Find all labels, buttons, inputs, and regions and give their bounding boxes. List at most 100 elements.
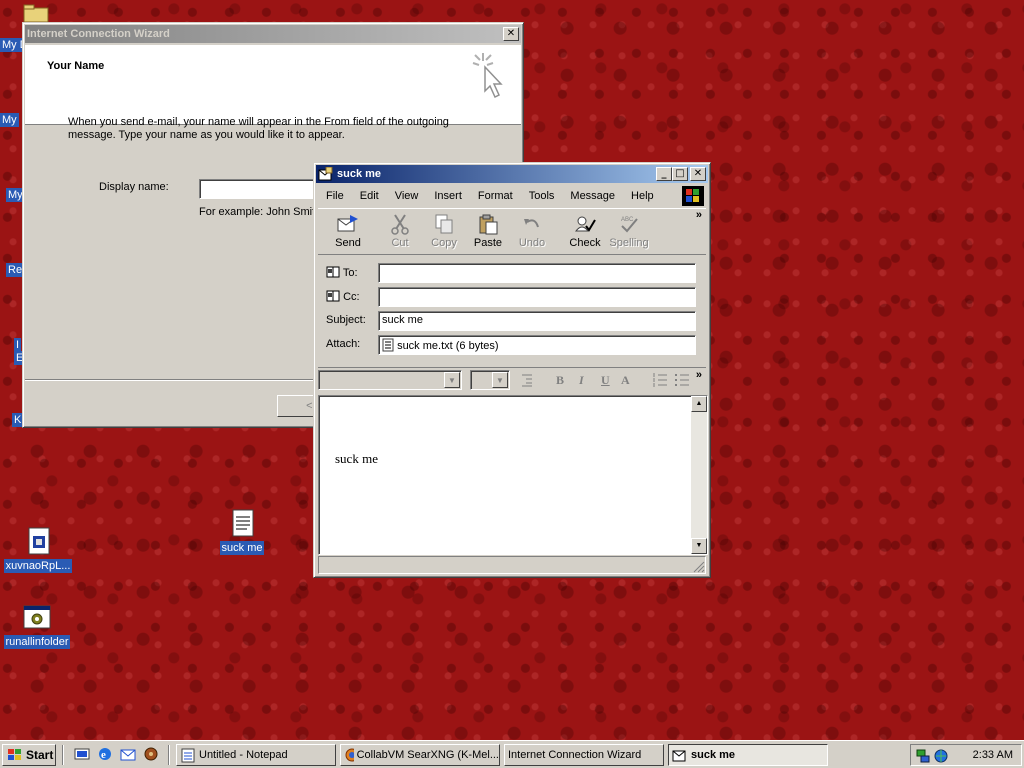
resize-grip-icon[interactable] xyxy=(693,561,705,573)
internet-explorer-icon[interactable]: e xyxy=(97,746,113,762)
desktop-icon-label: suck me xyxy=(219,541,265,555)
message-title: suck me xyxy=(337,168,382,180)
toolbar: Send Cut Copy Paste Undo Check ABC Spell… xyxy=(318,208,706,255)
cut-button[interactable]: Cut xyxy=(378,211,422,249)
desktop-icon-runallinfolder[interactable]: runallinfolder xyxy=(0,602,74,649)
spelling-button[interactable]: ABC Spelling xyxy=(607,211,651,249)
network-tray-icon[interactable] xyxy=(915,748,931,764)
status-bar xyxy=(318,556,706,574)
svg-text:e: e xyxy=(101,749,106,761)
scroll-down-icon[interactable]: ▼ xyxy=(691,538,707,554)
toolbar-overflow-chevron-icon[interactable]: » xyxy=(696,209,702,221)
font-name-dropdown[interactable]: ▼ xyxy=(318,370,462,390)
cc-label[interactable]: Cc: xyxy=(326,290,360,303)
bulleted-list-icon[interactable] xyxy=(674,372,690,388)
to-row: To: xyxy=(326,263,698,283)
attach-label: Attach: xyxy=(326,338,361,350)
check-names-icon xyxy=(574,216,596,232)
menu-insert[interactable]: Insert xyxy=(426,190,470,202)
wizard-titlebar[interactable]: Internet Connection Wizard ✕ xyxy=(25,25,521,43)
message-titlebar[interactable]: suck me _ □ ✕ xyxy=(316,165,708,183)
format-overflow-chevron-icon[interactable]: » xyxy=(696,369,702,381)
outlook-express-icon[interactable] xyxy=(120,746,136,762)
menu-format[interactable]: Format xyxy=(470,190,521,202)
folder-icon xyxy=(23,4,49,23)
paragraph-style-icon[interactable] xyxy=(520,372,538,388)
menu-message[interactable]: Message xyxy=(562,190,623,202)
send-button[interactable]: Send xyxy=(326,211,370,249)
wizard-close-button[interactable]: ✕ xyxy=(503,27,519,41)
italic-icon[interactable]: I xyxy=(579,373,584,388)
cc-row: Cc: xyxy=(326,287,698,307)
paste-button[interactable]: Paste xyxy=(466,211,510,249)
menu-help[interactable]: Help xyxy=(623,190,662,202)
copy-button[interactable]: Copy xyxy=(422,211,466,249)
vertical-scrollbar[interactable]: ▲ ▼ xyxy=(691,396,707,554)
attach-row: Attach: suck me.txt (6 bytes) xyxy=(326,335,698,355)
subject-label: Subject: xyxy=(326,314,366,326)
desktop-label-my-computer[interactable]: My xyxy=(0,113,19,127)
task-suck-me[interactable]: suck me xyxy=(668,744,828,766)
attachment-file-icon xyxy=(382,338,394,352)
start-button[interactable]: Start xyxy=(2,744,56,766)
bold-icon[interactable]: B xyxy=(556,373,564,388)
desktop-icon-my-documents[interactable] xyxy=(22,2,52,23)
to-label[interactable]: To: xyxy=(326,266,358,279)
numbered-list-icon[interactable] xyxy=(652,372,668,388)
clock[interactable]: 2:33 AM xyxy=(973,749,1013,761)
desktop-label-internet[interactable]: I xyxy=(14,338,22,352)
wizard-heading: Your Name xyxy=(47,60,105,72)
send-icon xyxy=(337,215,358,232)
globe-tray-icon[interactable] xyxy=(933,748,949,764)
taskbar: Start e Untitled - Notepad CollabVM Sear… xyxy=(0,740,1024,768)
menu-bar: File Edit View Insert Format Tools Messa… xyxy=(318,186,706,206)
formatting-bar: ▼ ▼ B I U A » xyxy=(318,367,706,391)
maximize-button[interactable]: □ xyxy=(672,167,688,181)
underline-icon[interactable]: U xyxy=(601,373,610,388)
menu-file[interactable]: File xyxy=(318,190,352,202)
spelling-icon: ABC xyxy=(621,217,638,233)
font-color-icon[interactable]: A xyxy=(621,373,630,388)
close-button[interactable]: ✕ xyxy=(690,167,706,181)
desktop-icon-xuvnao[interactable]: xuvnaoRpL... xyxy=(1,526,75,573)
wizard-cursor-icon xyxy=(472,53,503,99)
paste-icon xyxy=(479,214,498,235)
message-body-editor[interactable]: suck me ▲ ▼ xyxy=(318,395,708,555)
desktop-icon-label: xuvnaoRpL... xyxy=(3,559,73,573)
attach-field[interactable]: suck me.txt (6 bytes) xyxy=(378,335,696,355)
notepad-icon xyxy=(181,748,195,763)
wizard-header: Your Name xyxy=(25,45,521,125)
wizard-description: When you send e-mail, your name will app… xyxy=(68,116,449,141)
task-notepad[interactable]: Untitled - Notepad xyxy=(176,744,336,766)
check-names-button[interactable]: Check xyxy=(563,211,607,249)
display-name-example: For example: John Smith xyxy=(199,206,322,218)
media-player-icon[interactable] xyxy=(143,746,159,762)
undo-button[interactable]: Undo xyxy=(510,211,554,249)
desktop-icon-suck-me[interactable]: suck me xyxy=(205,508,279,555)
show-desktop-icon[interactable] xyxy=(74,746,90,762)
system-tray: 2:33 AM xyxy=(910,744,1022,766)
text-file-icon xyxy=(227,508,257,538)
address-book-icon xyxy=(326,290,340,302)
windows-logo-icon xyxy=(682,186,704,206)
undo-icon xyxy=(524,219,539,228)
menu-edit[interactable]: Edit xyxy=(352,190,387,202)
menu-tools[interactable]: Tools xyxy=(521,190,563,202)
desktop-icon-label: runallinfolder xyxy=(3,635,71,649)
display-name-label: Display name: xyxy=(99,181,169,193)
browser-icon xyxy=(345,748,354,762)
subject-field[interactable]: suck me xyxy=(378,311,696,331)
to-field[interactable] xyxy=(378,263,696,283)
minimize-button[interactable]: _ xyxy=(656,167,672,181)
scroll-up-icon[interactable]: ▲ xyxy=(691,396,707,412)
task-collabvm-searxng[interactable]: CollabVM SearXNG (K-Mel... xyxy=(340,744,500,766)
cc-field[interactable] xyxy=(378,287,696,307)
font-size-dropdown[interactable]: ▼ xyxy=(470,370,510,390)
chevron-down-icon: ▼ xyxy=(492,372,508,388)
menu-view[interactable]: View xyxy=(387,190,427,202)
task-internet-connection-wizard[interactable]: Internet Connection Wizard xyxy=(504,744,664,766)
cut-icon xyxy=(391,214,409,235)
message-window-icon xyxy=(672,750,686,762)
taskbar-separator xyxy=(62,745,64,765)
message-body-text: suck me xyxy=(335,451,378,466)
